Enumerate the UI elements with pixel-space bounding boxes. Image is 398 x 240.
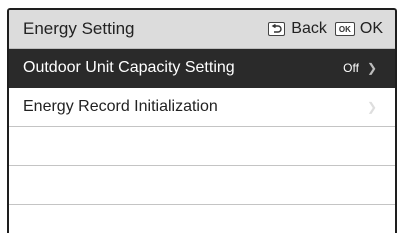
nav-controls: Back OK OK <box>268 20 383 38</box>
title-bar: Energy Setting Back OK OK <box>9 10 395 49</box>
back-label[interactable]: Back <box>291 20 327 38</box>
ok-label[interactable]: OK <box>360 20 383 38</box>
menu-item-empty <box>9 127 395 166</box>
menu-item-value-group: ❯ <box>367 100 377 114</box>
ok-key-icon[interactable]: OK <box>334 22 355 36</box>
energy-setting-screen: Energy Setting Back OK OK Outdoor Unit C… <box>7 8 397 233</box>
chevron-right-icon: ❯ <box>366 100 377 114</box>
menu-item-value: Off <box>343 61 359 75</box>
menu-item-energy-record-init[interactable]: Energy Record Initialization ❯ <box>9 88 395 127</box>
menu-item-empty <box>9 205 395 233</box>
menu-item-value-group: Off ❯ <box>343 61 377 75</box>
chevron-right-icon: ❯ <box>366 61 377 75</box>
menu-item-label: Outdoor Unit Capacity Setting <box>23 59 235 76</box>
menu-item-empty <box>9 166 395 205</box>
page-title: Energy Setting <box>23 19 135 38</box>
menu-item-label: Energy Record Initialization <box>23 98 218 115</box>
menu-item-outdoor-unit-capacity[interactable]: Outdoor Unit Capacity Setting Off ❯ <box>9 49 395 88</box>
back-icon[interactable] <box>268 22 286 36</box>
